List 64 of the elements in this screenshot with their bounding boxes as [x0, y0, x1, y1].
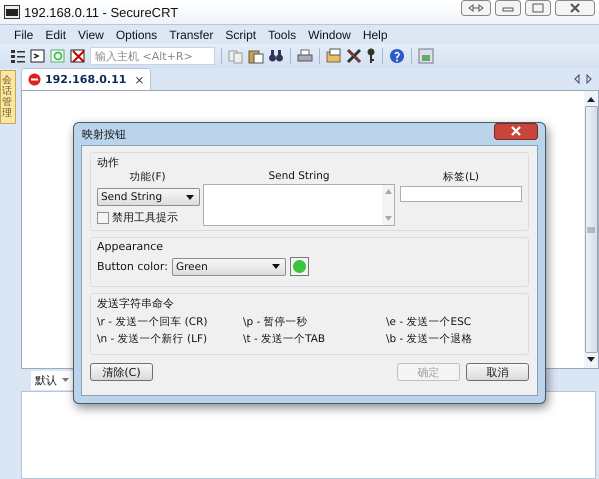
- caret-icon: [272, 264, 280, 269]
- function-dropdown[interactable]: Send String: [97, 188, 200, 206]
- print-icon[interactable]: [297, 48, 313, 64]
- terminal-icon: [4, 5, 20, 19]
- menu-item[interactable]: Tools: [262, 28, 302, 42]
- scroll-down-icon[interactable]: [586, 356, 596, 364]
- paste-icon[interactable]: [248, 48, 264, 64]
- field-label: Send String: [268, 170, 330, 182]
- connect-icon[interactable]: [30, 48, 46, 64]
- color-dropdown[interactable]: Green: [172, 258, 286, 276]
- command-hint: \t - 发送一个TAB: [243, 332, 326, 346]
- menu-item[interactable]: Help: [356, 28, 394, 42]
- field-label: 标签(L): [442, 170, 480, 184]
- dialog-button[interactable]: 清除(C): [90, 363, 153, 381]
- session-tab[interactable]: 192.168.0.11 ×: [21, 68, 152, 90]
- menu-item[interactable]: Edit: [39, 28, 72, 42]
- caret-icon: [186, 194, 194, 200]
- checkbox-label: 禁用工具提示: [112, 210, 178, 225]
- group-title: 动作: [97, 155, 120, 170]
- scroll-right-icon[interactable]: [585, 74, 593, 84]
- command-hint: \e - 发送一个ESC: [386, 315, 472, 329]
- caret-icon: [62, 378, 69, 382]
- menu-item[interactable]: Transfer: [163, 28, 220, 42]
- checkbox[interactable]: [97, 212, 109, 224]
- grip-icon[interactable]: [587, 226, 595, 234]
- color-swatch[interactable]: [290, 257, 309, 276]
- command-hint: \b - 发送一个退格: [386, 332, 474, 346]
- disconnect-icon[interactable]: [70, 48, 86, 64]
- menu-item[interactable]: Options: [110, 28, 164, 42]
- maximize-icon[interactable]: [525, 0, 551, 16]
- field-label: 功能(F): [129, 170, 166, 184]
- dialog-button[interactable]: 取消: [466, 363, 529, 381]
- scroll-up-icon[interactable]: [586, 95, 596, 103]
- menu-item[interactable]: Window: [302, 28, 357, 42]
- command-hint: \r - 发送一个回车 (CR): [97, 315, 208, 329]
- menu-item[interactable]: File: [8, 28, 40, 42]
- resize-icon[interactable]: [461, 0, 491, 16]
- close-icon[interactable]: [555, 0, 595, 16]
- window-title: 192.168.0.11 - SecureCRT: [24, 4, 178, 20]
- dialog-title: 映射按钮: [82, 126, 126, 142]
- scrollbar[interactable]: [584, 91, 598, 368]
- minimize-icon[interactable]: [495, 0, 521, 16]
- stop-icon: [28, 73, 41, 86]
- tab-label: 192.168.0.11: [45, 73, 126, 86]
- host-field[interactable]: 输入主机 <Alt+R>: [90, 47, 215, 65]
- close-icon[interactable]: [494, 123, 538, 140]
- key-icon[interactable]: [366, 48, 376, 64]
- tab-close[interactable]: ×: [134, 72, 144, 86]
- group-title: Appearance: [97, 240, 164, 253]
- help-icon[interactable]: [389, 48, 405, 64]
- command-hint: \n - 发送一个新行 (LF): [97, 332, 208, 346]
- menu-item[interactable]: Script: [219, 28, 262, 42]
- scroll-left-icon[interactable]: [573, 74, 581, 84]
- properties-icon[interactable]: [326, 48, 342, 64]
- field-label: Button color:: [97, 260, 168, 273]
- tag-field[interactable]: [400, 186, 522, 202]
- tools-icon[interactable]: [346, 48, 362, 64]
- command-dropdown[interactable]: 默认: [31, 370, 73, 390]
- sidebar-tab[interactable]: 会话管理: [0, 70, 16, 124]
- session-list-icon[interactable]: [10, 48, 26, 64]
- command-hint: \p - 暂停一秒: [243, 315, 309, 329]
- binoculars-icon[interactable]: [268, 48, 284, 64]
- menu-item[interactable]: View: [72, 28, 110, 42]
- group-title: 发送字符串命令: [97, 296, 175, 311]
